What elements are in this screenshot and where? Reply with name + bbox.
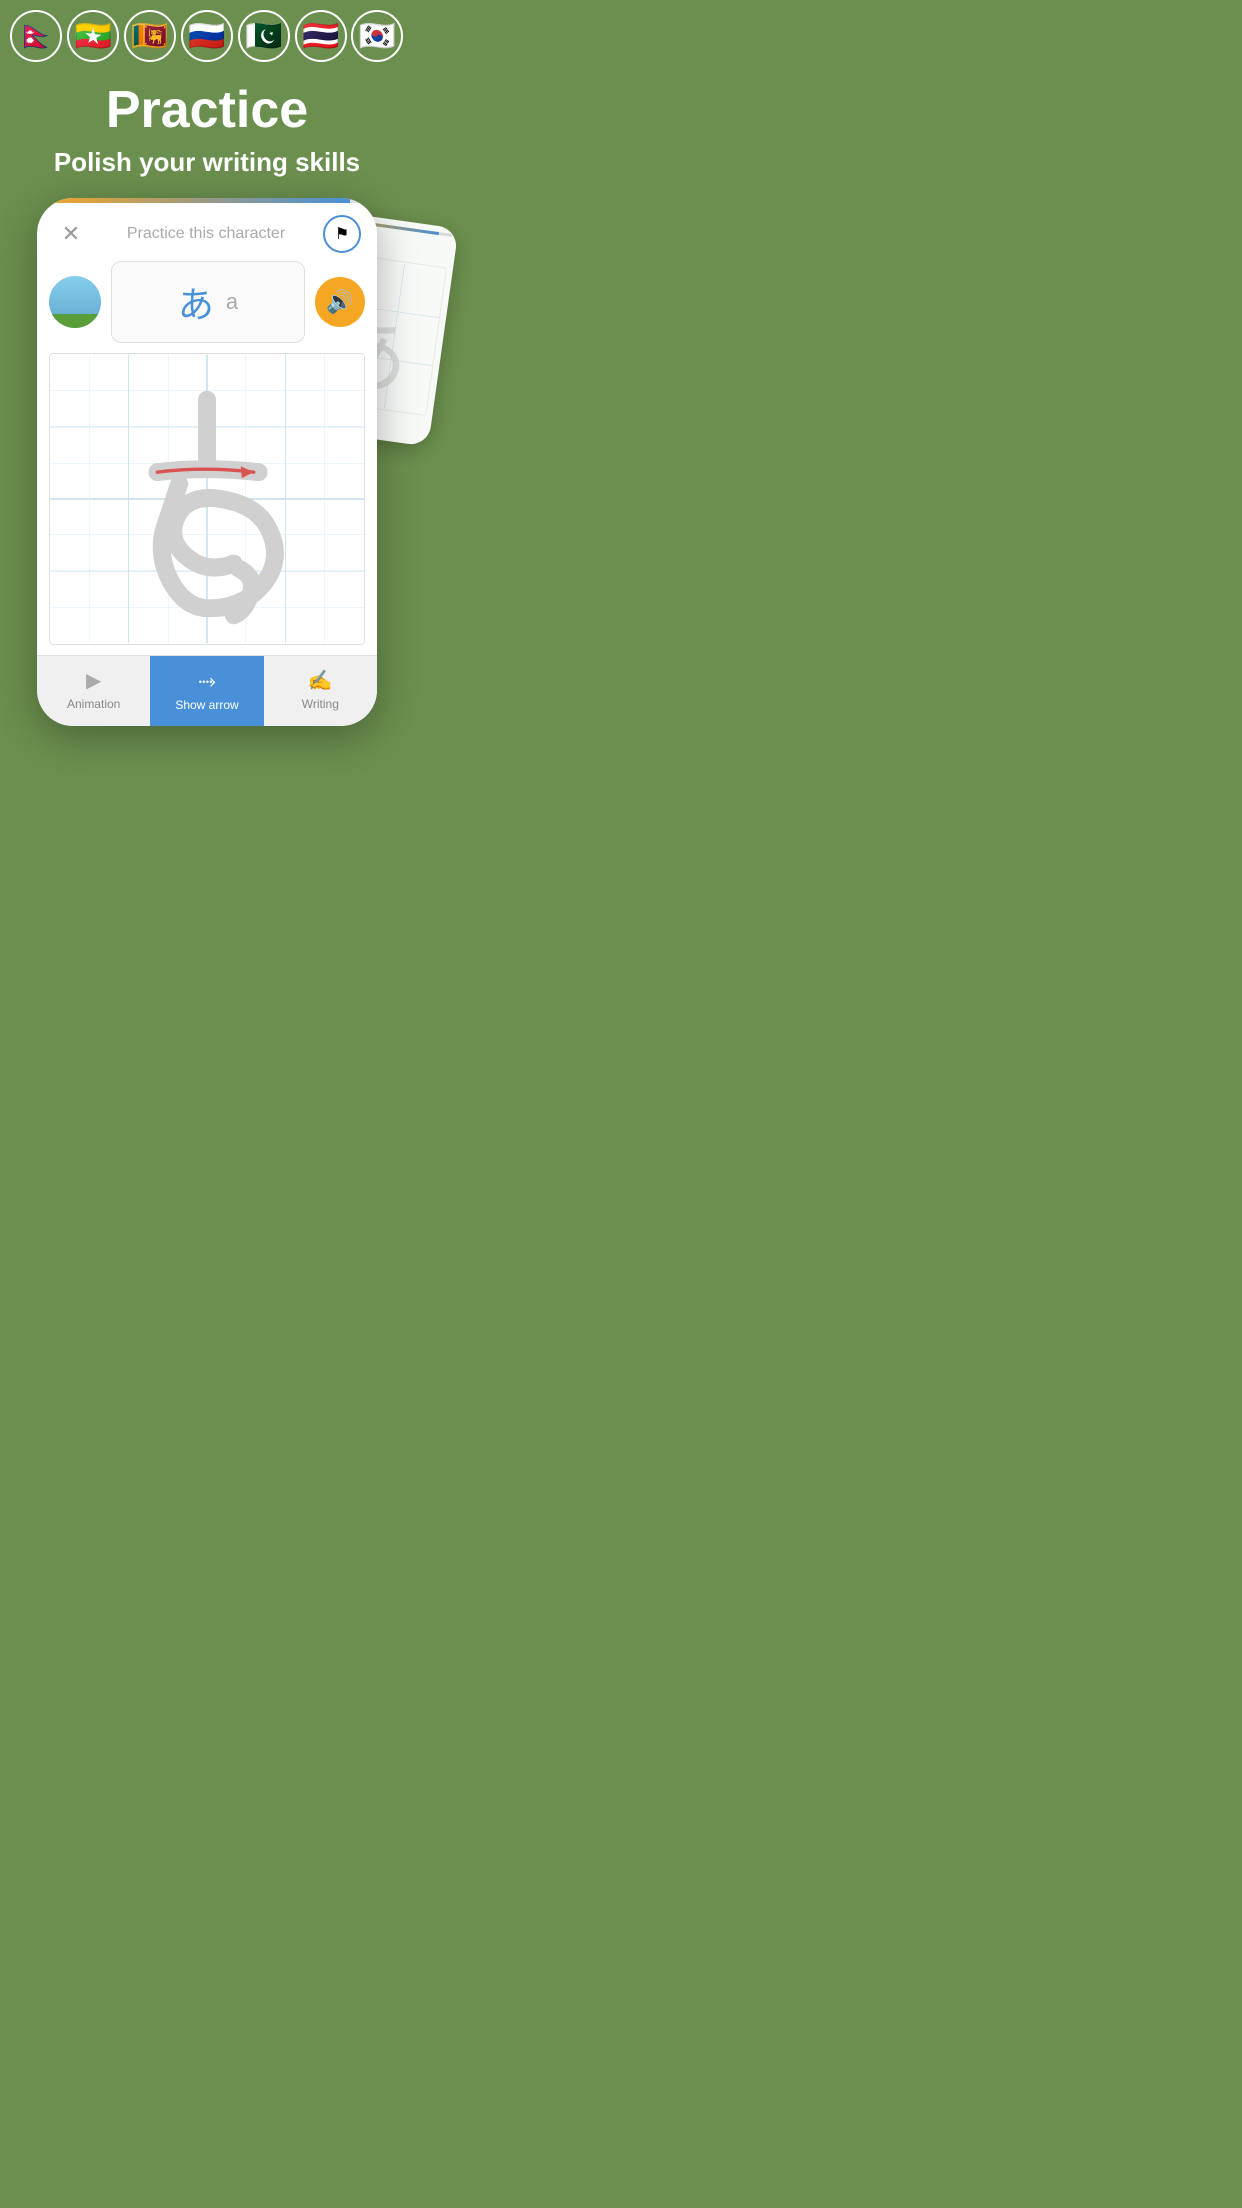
- flag-thailand[interactable]: 🇹🇭: [295, 10, 347, 62]
- writing-icon: ✍: [308, 668, 333, 693]
- tab-show-arrow[interactable]: ⤑ Show arrow: [150, 656, 263, 726]
- animation-icon: ▶: [86, 668, 101, 693]
- phone-header: ✕ Practice this character ⚑: [37, 203, 377, 261]
- hero-title: Practice: [20, 82, 394, 139]
- character-row: あ a 🔊: [37, 261, 377, 353]
- phone-container: ✕ あ ✕: [0, 198, 414, 726]
- speaker-icon: 🔊: [326, 289, 353, 315]
- hero-section: Practice Polish your writing skills: [0, 72, 414, 198]
- flag-icon: ⚑: [335, 224, 349, 244]
- tab-writing-label: Writing: [302, 697, 339, 711]
- progress-bar-container: [37, 198, 377, 203]
- character-box: あ a: [111, 261, 305, 343]
- character-hiragana: あ: [178, 276, 214, 328]
- tab-animation-label: Animation: [67, 697, 120, 711]
- flag-myanmar[interactable]: 🇲🇲: [67, 10, 119, 62]
- close-icon: ✕: [62, 221, 80, 247]
- hero-subtitle: Polish your writing skills: [20, 147, 394, 178]
- flag-russia[interactable]: 🇷🇺: [181, 10, 233, 62]
- drawing-canvas[interactable]: [49, 353, 365, 645]
- flag-nepal[interactable]: 🇳🇵: [10, 10, 62, 62]
- tab-writing[interactable]: ✍ Writing: [264, 656, 377, 726]
- report-flag-button[interactable]: ⚑: [323, 215, 361, 253]
- arrow-icon: ⤑: [198, 668, 216, 694]
- avatar-grass: [49, 314, 101, 328]
- tab-bar: ▶ Animation ⤑ Show arrow ✍ Writing: [37, 655, 377, 726]
- flag-pakistan[interactable]: 🇵🇰: [238, 10, 290, 62]
- flag-southkorea[interactable]: 🇰🇷: [351, 10, 403, 62]
- flag-row: 🇳🇵 🇲🇲 🇱🇰 🇷🇺 🇵🇰 🇹🇭 🇰🇷: [0, 0, 414, 72]
- header-title: Practice this character: [127, 225, 285, 243]
- progress-bar-fill: [37, 198, 350, 203]
- sound-button[interactable]: 🔊: [315, 277, 365, 327]
- tab-animation[interactable]: ▶ Animation: [37, 656, 150, 726]
- tab-show-arrow-label: Show arrow: [175, 698, 238, 712]
- flag-srilanka[interactable]: 🇱🇰: [124, 10, 176, 62]
- avatar: [49, 276, 101, 328]
- character-romaji: a: [226, 289, 238, 315]
- main-phone: ✕ Practice this character ⚑ あ a 🔊: [37, 198, 377, 726]
- close-button[interactable]: ✕: [53, 216, 89, 252]
